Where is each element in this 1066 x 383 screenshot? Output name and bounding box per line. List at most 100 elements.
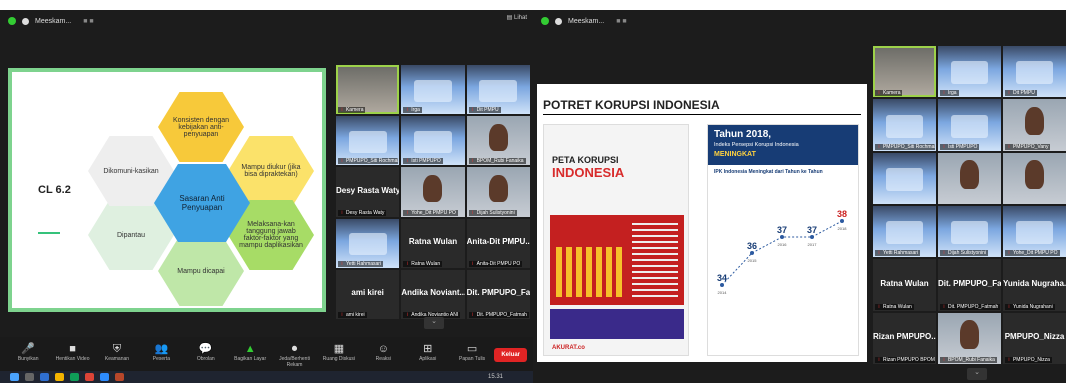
- breakout-rooms-icon: ▦: [333, 343, 345, 355]
- participant-tile[interactable]: ⏽ BPOM_Rubi Fanaika: [938, 312, 1001, 364]
- muted-mic-icon: ⏽: [470, 209, 475, 216]
- participant-tile[interactable]: ⏽ Dijah Sulistyonini: [938, 205, 1001, 258]
- muted-mic-icon: ⏽: [942, 356, 946, 363]
- participant-name-label: ⏽ Isti PMPUPO: [940, 143, 980, 150]
- record-button[interactable]: ⏺ Jeda/Berhenti Rekam: [272, 342, 316, 368]
- folder-icon[interactable]: [55, 373, 64, 381]
- shared-screen: POTRET KORUPSI INDONESIA PETA KORUPSI IN…: [537, 84, 867, 362]
- chrome-icon[interactable]: [85, 373, 94, 381]
- participant-tile[interactable]: PMPUPO_Nizza ⏽ PMPUPO_Nizza: [1003, 312, 1066, 364]
- participant-name: Yetti Rahmasari: [345, 260, 382, 267]
- participant-tile[interactable]: Andika Noviant... ⏽ Andika Noviantio ANI: [401, 269, 465, 319]
- control-label: Hentikan Video: [55, 356, 90, 362]
- muted-mic-icon: ⏽: [405, 209, 410, 216]
- participant-name-label: ⏽ Yohe_Dit PMPU PO: [403, 209, 458, 216]
- participant-tile[interactable]: ⏽ Irga: [401, 65, 465, 115]
- participant-tile[interactable]: Yunida Nugraha... ⏽ Yunida Nugrahani: [1003, 259, 1066, 311]
- participant-tile[interactable]: ⏽ Yohe_Dit PMPU PO: [401, 167, 465, 217]
- participant-tile[interactable]: ⏽ Yohe_Dit PMPU PO: [1003, 205, 1066, 258]
- participant-tile[interactable]: Dit. PMPUPO_Fa... ⏽Dit. PMPUPO_Fatmah: [938, 259, 1001, 311]
- participant-display-name: Anita-Dit PMPU...: [466, 237, 530, 247]
- participant-tile[interactable]: Rizan PMPUPO... ⏽ Rizan PMPUPO BPOM: [873, 312, 936, 364]
- participant-tile[interactable]: [873, 152, 936, 204]
- participant-tile[interactable]: Desy Rasta Waty ⏽ Desy Rasta Waty: [336, 167, 400, 217]
- unmute-button[interactable]: 🎤 Bunyikan: [6, 342, 50, 368]
- ipk-point: [840, 219, 844, 223]
- participant-name-label: ⏽ Desy Rasta Waty: [338, 209, 387, 216]
- participant-tile[interactable]: ⏽ Dit PMPU: [1003, 46, 1066, 98]
- participant-tile[interactable]: ⏽ Kamera: [873, 46, 936, 98]
- app-title: Meeskam...: [35, 17, 72, 25]
- powerpoint-icon[interactable]: [115, 373, 124, 381]
- participant-tile[interactable]: ⏽ Irga: [938, 46, 1001, 98]
- participant-tile[interactable]: ⏽ PMPUPO_Siti Rochmah: [336, 116, 400, 166]
- participant-tile[interactable]: Ratna Wulan ⏽ Ratna Wulan: [873, 259, 936, 311]
- participant-tile[interactable]: ⏽ Kamera: [336, 65, 400, 115]
- participant-tile[interactable]: Ratna Wulan ⏽ Ratna Wulan: [401, 218, 465, 268]
- whiteboard-button[interactable]: ▭ Papan Tulis: [450, 342, 494, 368]
- participant-tile[interactable]: ⏽ PMPUPO_Siti Rochmah: [873, 99, 936, 151]
- participant-name-label: ⏽ Irga: [403, 107, 422, 114]
- chat-button[interactable]: 💬 Obrolan: [184, 342, 228, 368]
- participant-name-label: ⏽ Dit. PMPUPO_Fatmah: [940, 303, 1000, 310]
- slide-code: CL 6.2: [38, 184, 71, 196]
- window-dots-icon: ■ ■: [83, 17, 94, 25]
- muted-mic-icon: ⏽: [405, 107, 410, 114]
- taskbar-app-icon[interactable]: [40, 373, 49, 381]
- participant-tile[interactable]: ⏽ BPOM_Rubi Fanaika: [466, 116, 530, 166]
- ipk-value-label: 34: [717, 273, 727, 283]
- ipk-year-label: 2017: [808, 242, 818, 247]
- browser-icon[interactable]: [70, 373, 79, 381]
- share-screen-button[interactable]: ▲ Bagikan Layar: [228, 342, 272, 368]
- participant-tile[interactable]: Dit. PMPUPO_Fa... ⏽Dit. PMPUPO_Fatmah: [466, 269, 530, 319]
- breakout-rooms-button[interactable]: ▦ Ruang Diskusi: [317, 342, 361, 368]
- participant-tile[interactable]: ⏽ Isti PMPUPO: [938, 99, 1001, 151]
- ipk-point: [780, 235, 784, 239]
- participant-name-label: ⏽ Dit PMPU: [468, 107, 501, 114]
- control-label: Aplikasi: [419, 356, 437, 362]
- muted-mic-icon: ⏽: [405, 260, 410, 267]
- ipk-title: Indeks Persepsi Korupsi Indonesia: [714, 142, 799, 148]
- scroll-down-button[interactable]: ⌄: [967, 368, 987, 380]
- windows-start-icon[interactable]: [10, 373, 19, 381]
- search-icon[interactable]: [25, 373, 34, 381]
- control-label: Papan Tulis: [459, 356, 486, 362]
- participant-name-label: ⏽ BPOM_Rubi Fanaika: [940, 356, 997, 363]
- top-margin: [0, 0, 533, 10]
- apps-button[interactable]: ⊞ Aplikasi: [406, 342, 450, 368]
- muted-mic-icon: ⏽: [942, 143, 946, 150]
- end-meeting-button[interactable]: Keluar: [494, 348, 527, 362]
- participant-tile[interactable]: ami kirei ⏽ ami kirei: [336, 269, 400, 319]
- stop-video-button[interactable]: ■ Hentikan Video: [50, 342, 94, 368]
- participant-name: Isti PMPUPO: [411, 158, 441, 165]
- participant-display-name: Desy Rasta Waty: [336, 186, 400, 196]
- participant-name-label: ⏽ Yohe_Dit PMPU PO: [1005, 250, 1060, 257]
- participant-display-name: PMPUPO_Nizza: [1004, 332, 1065, 342]
- control-label: Ruang Diskusi: [322, 356, 356, 362]
- participant-tile[interactable]: ⏽ Dit PMPU: [466, 65, 530, 115]
- zoom-icon[interactable]: [100, 373, 109, 381]
- stop-video-icon: ■: [69, 343, 76, 355]
- muted-mic-icon: ⏽: [942, 303, 946, 310]
- participant-tile[interactable]: [938, 152, 1001, 204]
- participant-tile[interactable]: Anita-Dit PMPU... ⏽ Anita-Dit PMPU PO: [466, 218, 530, 268]
- participant-tile[interactable]: ⏽ Dijah Sulistyonini: [466, 167, 530, 217]
- participant-tile[interactable]: ⏽ Isti PMPUPO: [401, 116, 465, 166]
- zoom-logo-icon: [555, 17, 562, 25]
- ipk-year-label: 2018: [838, 226, 848, 231]
- slide-title: POTRET KORUPSI INDONESIA: [543, 98, 720, 112]
- zoom-window-left: Meeskam... ■ ■ ▤ Lihat CL 6.2 Konsisten …: [0, 0, 533, 383]
- scroll-down-button[interactable]: ⌄: [424, 317, 444, 329]
- participant-tile[interactable]: ⏽ PMPUPO_Vany: [1003, 99, 1066, 151]
- reactions-button[interactable]: ☺ Reaksi: [361, 342, 405, 368]
- participant-name-label: ⏽ Yetti Rahmasari: [338, 260, 384, 267]
- participant-name: Rizan PMPUPO BPOM: [882, 356, 935, 363]
- view-button[interactable]: ▤ Lihat: [507, 14, 527, 21]
- security-button[interactable]: ⛨ Keamanan: [95, 342, 139, 368]
- participant-tile[interactable]: ⏽ Yetti Rahmasari: [873, 205, 936, 258]
- ipk-point: [720, 283, 724, 287]
- muted-mic-icon: ⏽: [405, 312, 410, 318]
- participant-tile[interactable]: ⏽ Yetti Rahmasari: [336, 218, 400, 268]
- participants-button[interactable]: 👥 Peserta: [139, 342, 183, 368]
- participant-tile[interactable]: [1003, 152, 1066, 204]
